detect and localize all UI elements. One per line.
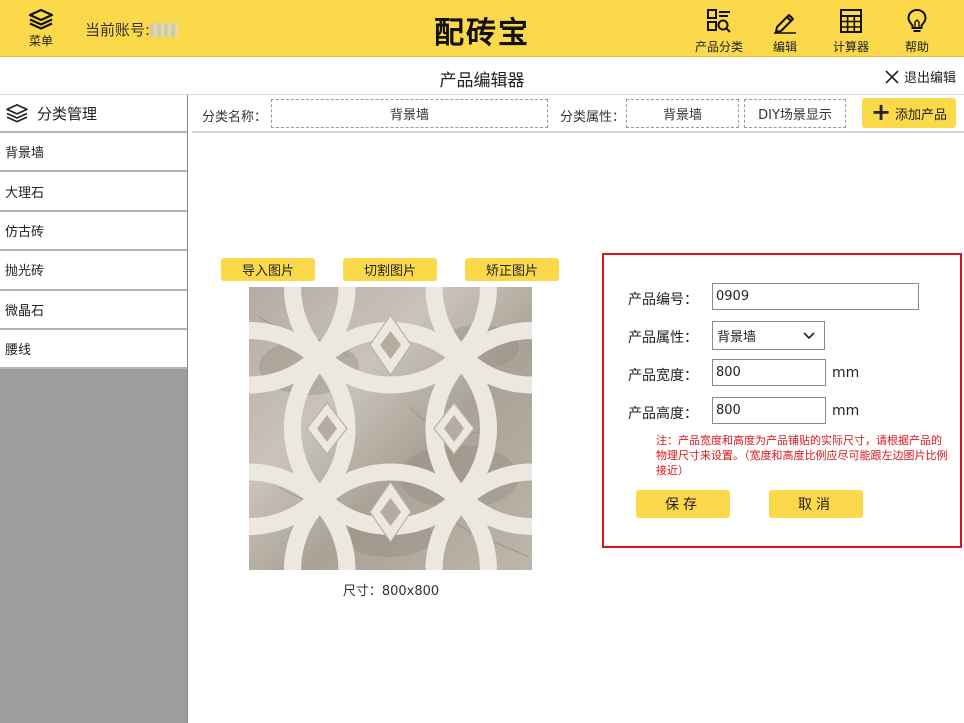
page-title: 产品编辑器 <box>439 71 525 91</box>
add-product-label: 添加产品 <box>895 107 948 123</box>
sidebar-item-crystal-stone[interactable]: 微晶石 <box>0 290 187 330</box>
tile-preview-image <box>249 287 532 570</box>
category-sidebar: 分类管理 背景墙 大理石 仿古砖 抛光砖 微晶石 腰线 <box>0 95 188 723</box>
category-attr-label: 分类属性： <box>560 110 626 125</box>
height-unit: mm <box>832 403 860 419</box>
product-height-input[interactable]: 800 <box>712 397 826 424</box>
category-attr-field[interactable]: 背景墙 <box>626 99 739 128</box>
calculator-icon <box>840 9 862 33</box>
pencil-icon <box>774 14 796 34</box>
save-label: 保存 <box>665 497 701 513</box>
close-icon <box>885 69 899 84</box>
edit-button[interactable]: 编辑 <box>760 6 810 55</box>
sidebar-item-label: 仿古砖 <box>5 224 45 240</box>
product-category-label: 产品分类 <box>694 40 743 54</box>
product-attr-select[interactable]: 背景墙 <box>712 321 825 350</box>
product-code-value: 0909 <box>716 289 750 304</box>
top-actions: 产品分类 编辑 计算器 帮助 <box>694 6 942 55</box>
product-form-panel: 产品编号： 0909 产品属性： 背景墙 产品宽度： 800 mm 产品高度： … <box>602 253 962 548</box>
product-width-input[interactable]: 800 <box>712 359 826 386</box>
diy-scene-label: DIY场景显示 <box>758 108 832 123</box>
image-size-label: 尺寸：800x800 <box>192 580 590 599</box>
import-image-button[interactable]: 导入图片 <box>221 258 315 281</box>
menu-label: 菜单 <box>28 34 53 48</box>
help-button[interactable]: 帮助 <box>892 6 942 55</box>
cancel-label: 取消 <box>798 497 834 513</box>
title-bar: 产品编辑器 退出编辑 <box>0 57 964 95</box>
width-unit: mm <box>832 365 860 381</box>
top-bar: 菜单 当前账号: 配砖宝 产品分类 编辑 计算器 帮助 <box>0 0 964 57</box>
product-width-label: 产品宽度： <box>628 368 698 384</box>
sidebar-item-background-wall[interactable]: 背景墙 <box>0 133 187 173</box>
product-height-value: 800 <box>716 403 741 418</box>
correct-image-label: 矫正图片 <box>485 264 538 279</box>
product-code-label: 产品编号： <box>628 292 698 308</box>
cut-image-button[interactable]: 切割图片 <box>343 258 437 281</box>
exit-edit-button[interactable]: 退出编辑 <box>884 67 956 86</box>
category-name-label: 分类名称： <box>202 110 268 125</box>
filter-bar: 分类名称： 背景墙 分类属性： 背景墙 DIY场景显示 + 添加产品 <box>192 95 964 133</box>
category-management-header: 分类管理 <box>0 95 187 133</box>
calculator-label: 计算器 <box>832 40 869 54</box>
category-search-icon <box>707 9 731 33</box>
lightbulb-icon <box>907 8 927 32</box>
size-note: 注：产品宽度和高度为产品铺贴的实际尺寸，请根据产品的物理尺寸来设置。（宽度和高度… <box>656 434 948 477</box>
product-attr-label: 产品属性： <box>628 330 698 346</box>
help-label: 帮助 <box>904 40 929 54</box>
layers-icon <box>28 8 54 30</box>
size-prefix: 尺寸： <box>342 584 382 599</box>
sidebar-item-antique-tile[interactable]: 仿古砖 <box>0 211 187 252</box>
calculator-button[interactable]: 计算器 <box>826 6 876 55</box>
account-label: 当前账号: <box>85 21 151 39</box>
import-image-label: 导入图片 <box>241 264 294 279</box>
diy-scene-button[interactable]: DIY场景显示 <box>744 99 846 128</box>
size-value: 800x800 <box>381 584 440 599</box>
cut-image-label: 切割图片 <box>363 264 416 279</box>
plus-icon: + <box>870 98 892 126</box>
layers-icon <box>6 104 28 123</box>
category-attr-value: 背景墙 <box>662 108 702 123</box>
category-name-value: 背景墙 <box>389 108 429 123</box>
exit-edit-label: 退出编辑 <box>903 71 956 86</box>
edit-label: 编辑 <box>772 40 797 54</box>
sidebar-item-label: 抛光砖 <box>5 264 45 280</box>
category-name-field[interactable]: 背景墙 <box>271 99 548 128</box>
product-height-label: 产品高度： <box>628 406 698 422</box>
product-category-button[interactable]: 产品分类 <box>694 6 744 55</box>
account-masked-value <box>150 23 179 37</box>
sidebar-item-label: 大理石 <box>5 185 45 201</box>
product-code-input[interactable]: 0909 <box>712 283 919 310</box>
correct-image-button[interactable]: 矫正图片 <box>465 258 559 281</box>
sidebar-item-label: 背景墙 <box>5 146 45 162</box>
product-width-value: 800 <box>716 365 741 380</box>
sidebar-item-label: 腰线 <box>5 343 32 359</box>
sidebar-item-polished-tile[interactable]: 抛光砖 <box>0 251 187 291</box>
add-product-button[interactable]: + 添加产品 <box>862 98 956 128</box>
chevron-down-icon <box>803 332 815 340</box>
cancel-button[interactable]: 取消 <box>769 490 863 518</box>
sidebar-item-waistline[interactable]: 腰线 <box>0 329 187 370</box>
menu-button[interactable]: 菜单 <box>22 8 60 50</box>
product-attr-value: 背景墙 <box>717 330 757 345</box>
sidebar-item-label: 微晶石 <box>5 303 45 319</box>
sidebar-item-marble[interactable]: 大理石 <box>0 172 187 212</box>
category-management-title: 分类管理 <box>37 104 98 123</box>
save-button[interactable]: 保存 <box>636 490 730 518</box>
current-account: 当前账号: <box>85 19 179 40</box>
editor-main: 导入图片 切割图片 矫正图片 尺寸：800x800 产品编号： 0909 产品属… <box>192 133 964 723</box>
